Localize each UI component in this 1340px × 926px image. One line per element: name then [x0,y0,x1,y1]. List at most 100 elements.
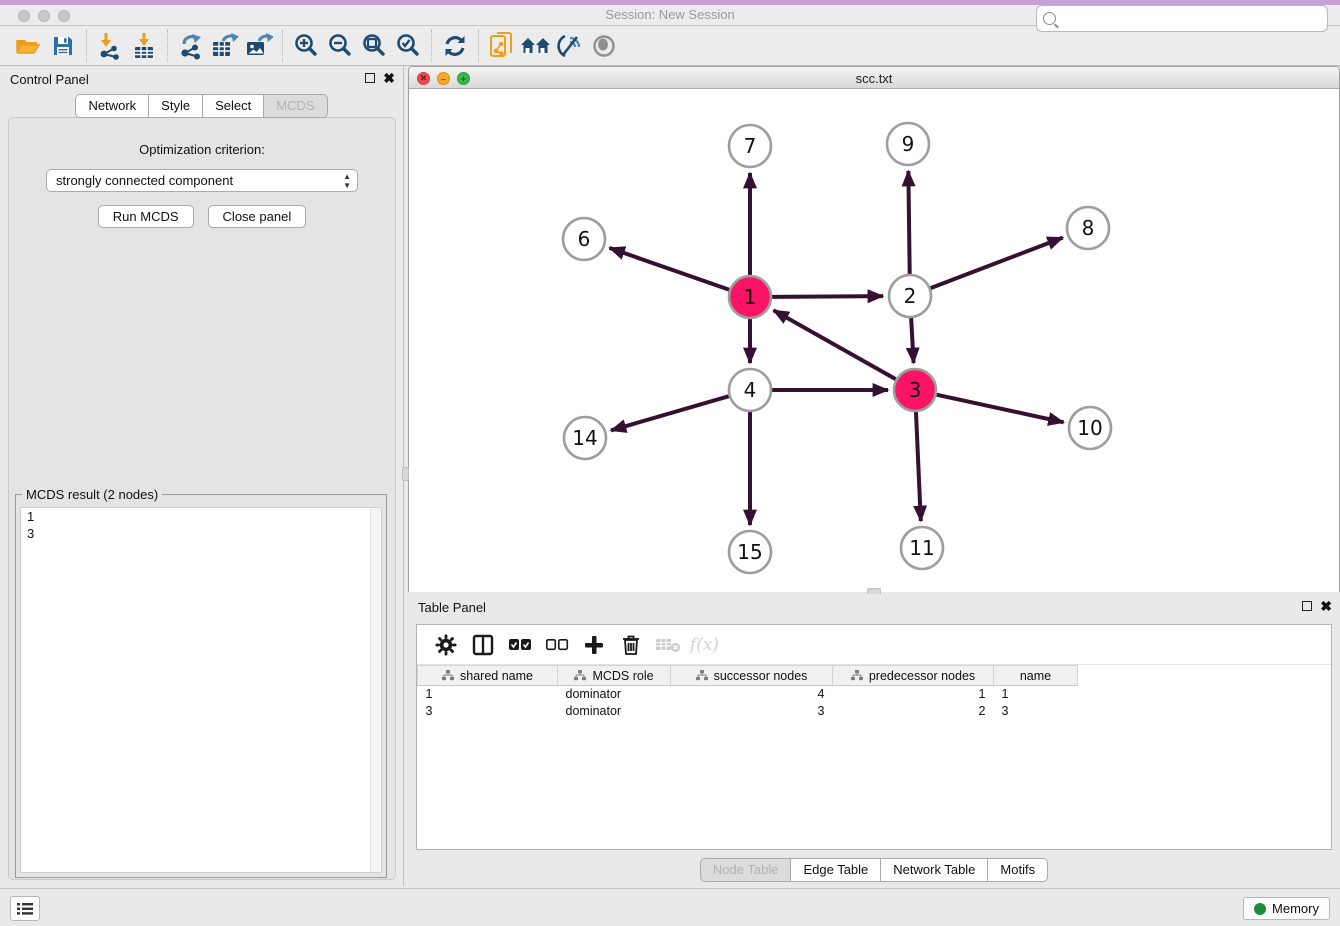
export-image-icon[interactable] [242,29,276,63]
graph-node-label: 3 [909,378,922,402]
select-all-icon[interactable] [501,628,538,662]
table-cell[interactable]: 1 [833,686,994,703]
zoom-selected-icon[interactable] [391,29,425,63]
column-header-MCDS-role[interactable]: MCDS role [558,666,671,686]
main-toolbar [0,26,1340,66]
mcds-result-list[interactable]: 13 [20,507,382,873]
show-graphics-icon[interactable] [587,29,621,63]
table-cell[interactable]: dominator [558,686,671,703]
delete-table-icon [649,628,686,662]
tab-mcds[interactable]: MCDS [264,94,327,118]
optimization-criterion-label: Optimization criterion: [9,142,395,157]
column-header-predecessor-nodes[interactable]: predecessor nodes [833,666,994,686]
graph-node-label: 2 [904,284,917,308]
table-panel-close-icon[interactable]: ✖ [1320,601,1332,611]
tab-network-table[interactable]: Network Table [881,858,988,882]
search-input[interactable] [1060,6,1327,31]
column-header-name[interactable]: name [994,666,1078,686]
optimization-criterion-select[interactable]: strongly connected component ▲▼ [46,169,358,192]
control-panel-float-icon[interactable] [365,73,375,83]
toolbar-separator [431,30,432,62]
graph-edge-4-14[interactable] [611,396,729,430]
table-row[interactable]: 1dominator411 [418,686,1078,703]
mcds-result-title: MCDS result (2 nodes) [22,487,162,502]
close-panel-button[interactable]: Close panel [208,205,307,228]
column-header-successor-nodes[interactable]: successor nodes [671,666,833,686]
graph-edge-3-10[interactable] [936,395,1063,423]
open-folder-icon[interactable] [12,29,46,63]
search-box[interactable] [1036,5,1328,32]
import-table-icon[interactable] [127,29,161,63]
control-panel-title: Control Panel [10,72,89,87]
control-panel-tabs: NetworkStyleSelectMCDS [0,94,403,118]
tab-select[interactable]: Select [203,94,264,118]
mcds-result-groupbox: MCDS result (2 nodes) 13 [15,494,387,878]
table-panel-float-icon[interactable] [1302,601,1312,611]
table-cell[interactable]: 3 [418,703,558,720]
mcds-result-item[interactable]: 1 [21,508,381,525]
gear-icon[interactable] [427,628,464,662]
memory-status-icon [1254,903,1266,915]
tab-network[interactable]: Network [75,94,149,118]
column-type-icon [696,670,708,681]
tab-motifs[interactable]: Motifs [988,858,1048,882]
zoom-fit-icon[interactable] [357,29,391,63]
table-cell[interactable]: 2 [833,703,994,720]
control-panel-header: Control Panel ✖ [0,66,403,94]
tab-node-table[interactable]: Node Table [700,858,792,882]
vertical-splitter-handle[interactable] [402,467,409,481]
table-panel-header: Table Panel ✖ [408,594,1340,622]
column-header-shared-name[interactable]: shared name [418,666,558,686]
table-panel: Table Panel ✖ f(x) shared nameMCDS roles… [408,594,1340,886]
table-row[interactable]: 3dominator323 [418,703,1078,720]
node-table[interactable]: shared nameMCDS rolesuccessor nodesprede… [417,665,1078,720]
graph-node-label: 6 [578,227,591,251]
split-panel-icon[interactable] [464,628,501,662]
graph-edge-3-1[interactable] [774,310,896,379]
table-cell[interactable]: dominator [558,703,671,720]
search-icon [1043,12,1056,25]
table-cell[interactable]: 3 [671,703,833,720]
graph-edge-2-3[interactable] [911,318,913,363]
table-cell[interactable]: 1 [994,686,1078,703]
graph-node-label: 14 [572,426,597,450]
deselect-all-icon[interactable] [538,628,575,662]
memory-button[interactable]: Memory [1243,897,1330,920]
graph-node-label: 4 [744,378,757,402]
network-from-selection-icon[interactable] [485,29,519,63]
add-column-icon[interactable] [575,628,612,662]
graph-edge-1-2[interactable] [772,296,883,297]
save-session-icon[interactable] [46,29,80,63]
delete-column-icon[interactable] [612,628,649,662]
export-table-icon[interactable] [208,29,242,63]
select-stepper-icon: ▲▼ [343,172,351,190]
tab-edge-table[interactable]: Edge Table [791,858,881,882]
import-network-icon[interactable] [93,29,127,63]
zoom-out-icon[interactable] [323,29,357,63]
network-canvas[interactable]: 7968124314101511 [409,89,1339,592]
mcds-result-scrollbar[interactable] [370,508,381,872]
graph-edge-1-6[interactable] [609,248,729,290]
status-bar: Memory [0,888,1340,926]
home-icon[interactable] [519,29,553,63]
mcds-result-item[interactable]: 3 [21,525,381,542]
hide-graphics-icon[interactable] [553,29,587,63]
graph-edge-2-9[interactable] [908,171,909,274]
table-cell[interactable]: 3 [994,703,1078,720]
run-mcds-button[interactable]: Run MCDS [98,205,194,228]
refresh-layout-icon[interactable] [438,29,472,63]
graph-node-label: 8 [1082,216,1095,240]
network-window-titlebar[interactable]: ✕ – + scc.txt [409,67,1339,89]
graph-node-label: 10 [1077,416,1102,440]
task-history-button[interactable] [10,896,40,921]
tab-style[interactable]: Style [149,94,203,118]
table-cell[interactable]: 1 [418,686,558,703]
table-cell[interactable]: 4 [671,686,833,703]
graph-edge-2-8[interactable] [931,238,1063,289]
column-type-icon [574,670,586,681]
control-panel-close-icon[interactable]: ✖ [383,73,395,83]
graph-edge-3-11[interactable] [916,412,921,521]
export-network-icon[interactable] [174,29,208,63]
optimization-criterion-value: strongly connected component [56,173,233,188]
zoom-in-icon[interactable] [289,29,323,63]
